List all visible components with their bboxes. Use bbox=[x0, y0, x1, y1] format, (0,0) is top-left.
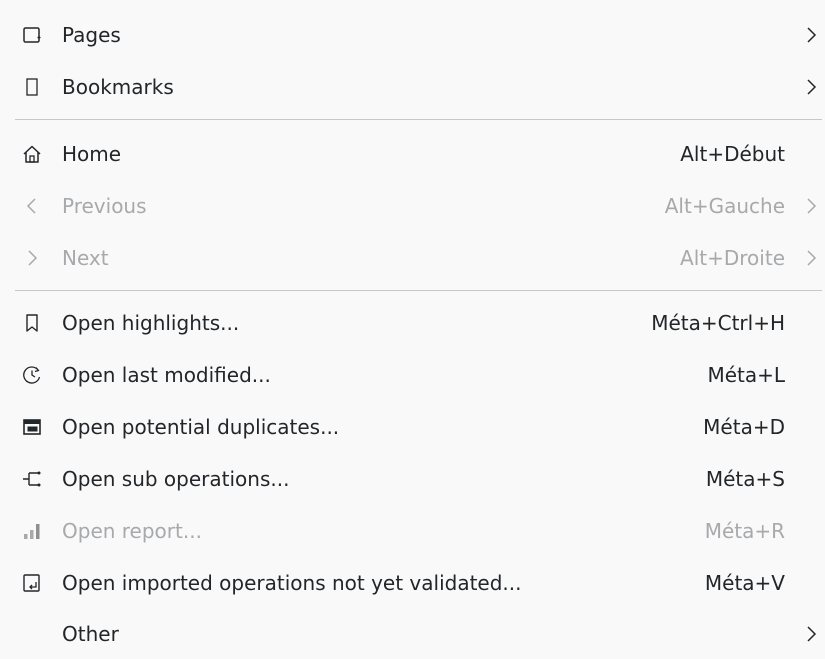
menu-item-previous[interactable]: Previous Alt+Gauche bbox=[0, 181, 825, 231]
menu-separator bbox=[15, 290, 822, 291]
shortcut-label: Méta+D bbox=[703, 415, 785, 439]
menu-item-open-imported-not-validated[interactable]: Open imported operations not yet validat… bbox=[0, 558, 825, 608]
menu-item-open-last-modified[interactable]: Open last modified... Méta+L bbox=[0, 350, 825, 400]
menu-item-bookmarks[interactable]: Bookmarks bbox=[0, 62, 825, 112]
menu-separator bbox=[15, 119, 822, 120]
pages-icon bbox=[20, 23, 44, 47]
menu-item-open-report[interactable]: Open report... Méta+R bbox=[0, 506, 825, 556]
menu-item-other[interactable]: Other bbox=[0, 609, 825, 659]
menu-item-label: Open sub operations... bbox=[62, 467, 290, 491]
bookmark-icon bbox=[20, 75, 44, 99]
menu-item-next[interactable]: Next Alt+Droite bbox=[0, 233, 825, 283]
chevron-right-icon bbox=[804, 196, 820, 216]
chevron-right-icon bbox=[20, 246, 44, 270]
chevron-right-icon bbox=[804, 25, 820, 45]
import-document-icon bbox=[20, 571, 44, 595]
menu-item-label: Previous bbox=[62, 194, 147, 218]
menu-item-pages[interactable]: Pages bbox=[0, 10, 825, 60]
menu-item-label: Bookmarks bbox=[62, 75, 174, 99]
report-bars-icon bbox=[20, 519, 44, 543]
menu-item-label: Open potential duplicates... bbox=[62, 415, 340, 439]
shortcut-label: Méta+S bbox=[705, 467, 785, 491]
shortcut-label: Alt+Début bbox=[680, 142, 785, 166]
menu-item-home[interactable]: Home Alt+Début bbox=[0, 129, 825, 179]
home-icon bbox=[20, 142, 44, 166]
menu-item-open-highlights[interactable]: Open highlights... Méta+Ctrl+H bbox=[0, 298, 825, 348]
menu-item-label: Pages bbox=[62, 23, 121, 47]
menu-item-label: Home bbox=[62, 142, 122, 166]
highlight-bookmark-icon bbox=[20, 311, 44, 335]
menu-item-label: Other bbox=[62, 622, 119, 646]
menu-item-label: Next bbox=[62, 246, 109, 270]
split-icon bbox=[20, 467, 44, 491]
shortcut-label: Méta+R bbox=[704, 519, 785, 543]
menu-item-label: Open report... bbox=[62, 519, 202, 543]
duplicates-icon bbox=[20, 415, 44, 439]
menu-item-open-sub-operations[interactable]: Open sub operations... Méta+S bbox=[0, 454, 825, 504]
shortcut-label: Méta+L bbox=[707, 363, 785, 387]
shortcut-label: Méta+Ctrl+H bbox=[651, 311, 785, 335]
menu-item-label: Open highlights... bbox=[62, 311, 240, 335]
shortcut-label: Méta+V bbox=[704, 571, 785, 595]
menu-item-label: Open last modified... bbox=[62, 363, 271, 387]
menu-item-open-potential-duplicates[interactable]: Open potential duplicates... Méta+D bbox=[0, 402, 825, 452]
chevron-right-icon bbox=[804, 77, 820, 97]
chevron-right-icon bbox=[804, 248, 820, 268]
shortcut-label: Alt+Gauche bbox=[664, 194, 785, 218]
navigation-menu: Pages Bookmarks Home Alt+Début Previous … bbox=[0, 0, 825, 654]
chevron-left-icon bbox=[20, 194, 44, 218]
history-icon bbox=[20, 363, 44, 387]
chevron-right-icon bbox=[804, 624, 820, 644]
shortcut-label: Alt+Droite bbox=[680, 246, 785, 270]
menu-item-label: Open imported operations not yet validat… bbox=[62, 571, 522, 595]
